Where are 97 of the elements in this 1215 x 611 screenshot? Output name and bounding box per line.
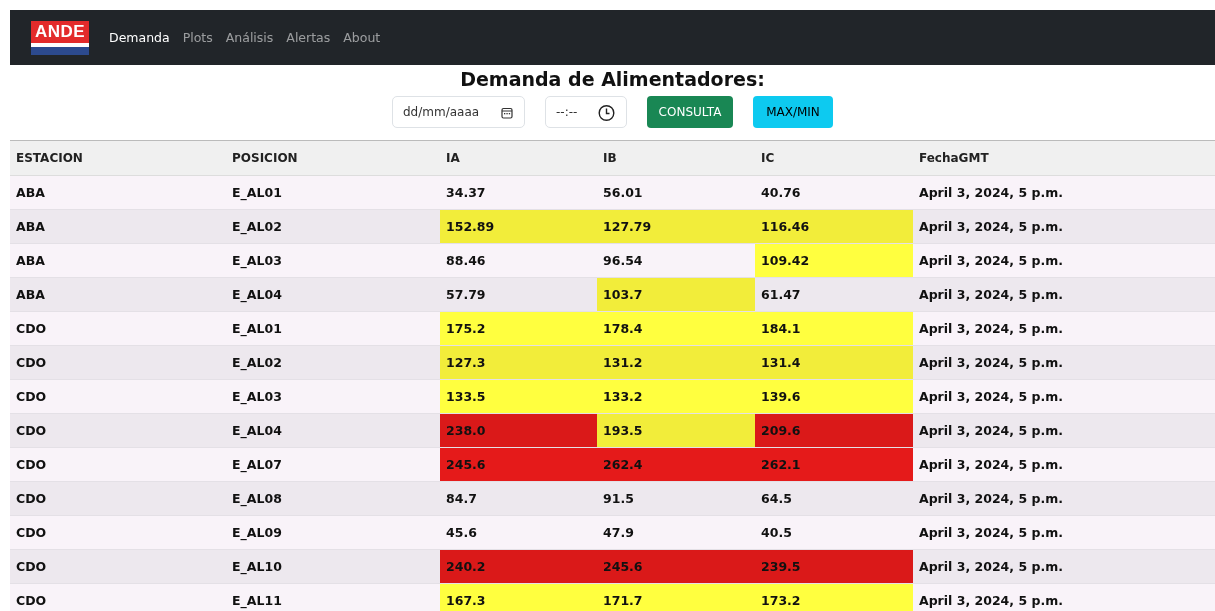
page-title: Demanda de Alimentadores: — [459, 67, 766, 91]
table-cell: 152.89 — [440, 209, 597, 244]
table-cell: 45.6 — [440, 515, 597, 550]
nav-link[interactable]: Análisis — [225, 30, 274, 45]
table-cell: 167.3 — [440, 583, 597, 611]
table-cell: ABA — [10, 277, 226, 312]
table-cell: ABA — [10, 243, 226, 278]
table-cell: 57.79 — [440, 277, 597, 312]
table-cell: 178.4 — [597, 311, 755, 346]
clock-icon[interactable] — [598, 104, 615, 121]
table-cell: ABA — [10, 209, 226, 244]
table-cell: 133.5 — [440, 379, 597, 414]
table-cell: April 3, 2024, 5 p.m. — [913, 311, 1215, 346]
button[interactable]: MAX/MIN — [753, 96, 833, 128]
table-cell: E_AL08 — [226, 481, 440, 516]
table-cell: 47.9 — [597, 515, 755, 550]
table-cell: E_AL03 — [226, 243, 440, 278]
table-cell: April 3, 2024, 5 p.m. — [913, 345, 1215, 380]
table-cell: 40.76 — [755, 175, 913, 210]
table-cell: April 3, 2024, 5 p.m. — [913, 243, 1215, 278]
table-cell: 173.2 — [755, 583, 913, 611]
table-cell: 239.5 — [755, 549, 913, 584]
table-cell: E_AL10 — [226, 549, 440, 584]
calendar-icon[interactable] — [501, 106, 513, 119]
column-header: FechaGMT — [913, 140, 1215, 176]
table-cell: April 3, 2024, 5 p.m. — [913, 515, 1215, 550]
table-cell: 61.47 — [755, 277, 913, 312]
table-cell: CDO — [10, 413, 226, 448]
table-cell: 84.7 — [440, 481, 597, 516]
table-cell: 127.3 — [440, 345, 597, 380]
nav-link[interactable]: Plots — [182, 30, 213, 45]
table-cell: 131.2 — [597, 345, 755, 380]
table-cell: E_AL09 — [226, 515, 440, 550]
nav-link[interactable]: About — [343, 30, 381, 45]
table-cell: 40.5 — [755, 515, 913, 550]
table-cell: April 3, 2024, 5 p.m. — [913, 277, 1215, 312]
table-cell: 131.4 — [755, 345, 913, 380]
column-header: IA — [440, 140, 597, 176]
table-cell: April 3, 2024, 5 p.m. — [913, 175, 1215, 210]
table-cell: April 3, 2024, 5 p.m. — [913, 447, 1215, 482]
table-cell: 96.54 — [597, 243, 755, 278]
table-cell: April 3, 2024, 5 p.m. — [913, 209, 1215, 244]
logo[interactable]: ANDE — [31, 20, 89, 55]
table-cell: E_AL07 — [226, 447, 440, 482]
table-cell: 139.6 — [755, 379, 913, 414]
table-cell: E_AL04 — [226, 277, 440, 312]
table-cell: E_AL04 — [226, 413, 440, 448]
column-header: ESTACION — [10, 140, 226, 176]
date-field[interactable]: dd/mm/aaaa — [392, 96, 525, 128]
table-cell: 184.1 — [755, 311, 913, 346]
table-cell: 240.2 — [440, 549, 597, 584]
table-cell: 193.5 — [597, 413, 755, 448]
column-header: POSICION — [226, 140, 440, 176]
table-cell: 56.01 — [597, 175, 755, 210]
table-cell: 109.42 — [755, 243, 913, 278]
table-cell: E_AL01 — [226, 311, 440, 346]
table-cell: CDO — [10, 549, 226, 584]
table-cell: 245.6 — [440, 447, 597, 482]
time-field[interactable]: --:-- — [545, 96, 627, 128]
column-header: IC — [755, 140, 913, 176]
table-cell: CDO — [10, 583, 226, 611]
table-cell: 103.7 — [597, 277, 755, 312]
table-cell: CDO — [10, 345, 226, 380]
table-cell: 133.2 — [597, 379, 755, 414]
table-cell: April 3, 2024, 5 p.m. — [913, 583, 1215, 611]
table-cell: CDO — [10, 379, 226, 414]
table-cell: E_AL02 — [226, 345, 440, 380]
table-cell: 262.4 — [597, 447, 755, 482]
table-cell: 34.37 — [440, 175, 597, 210]
button[interactable]: CONSULTA — [647, 96, 733, 128]
table-cell: 64.5 — [755, 481, 913, 516]
table-cell: E_AL03 — [226, 379, 440, 414]
table-cell: 88.46 — [440, 243, 597, 278]
table-cell: 91.5 — [597, 481, 755, 516]
table-cell: E_AL02 — [226, 209, 440, 244]
table-cell: 262.1 — [755, 447, 913, 482]
table-cell: E_AL11 — [226, 583, 440, 611]
table-cell: CDO — [10, 447, 226, 482]
table-cell: April 3, 2024, 5 p.m. — [913, 481, 1215, 516]
column-header: IB — [597, 140, 755, 176]
table-cell: April 3, 2024, 5 p.m. — [913, 549, 1215, 584]
table-cell: 127.79 — [597, 209, 755, 244]
table-cell: 171.7 — [597, 583, 755, 611]
nav-link[interactable]: Demanda — [109, 30, 170, 45]
table-cell: April 3, 2024, 5 p.m. — [913, 379, 1215, 414]
table-cell: 209.6 — [755, 413, 913, 448]
table-cell: CDO — [10, 311, 226, 346]
table-cell: CDO — [10, 515, 226, 550]
table-cell: 238.0 — [440, 413, 597, 448]
table-cell: 245.6 — [597, 549, 755, 584]
nav-link[interactable]: Alertas — [286, 30, 331, 45]
table-cell: April 3, 2024, 5 p.m. — [913, 413, 1215, 448]
table-cell: E_AL01 — [226, 175, 440, 210]
table-cell: ABA — [10, 175, 226, 210]
table-cell: 175.2 — [440, 311, 597, 346]
table-cell: 116.46 — [755, 209, 913, 244]
table-cell: CDO — [10, 481, 226, 516]
